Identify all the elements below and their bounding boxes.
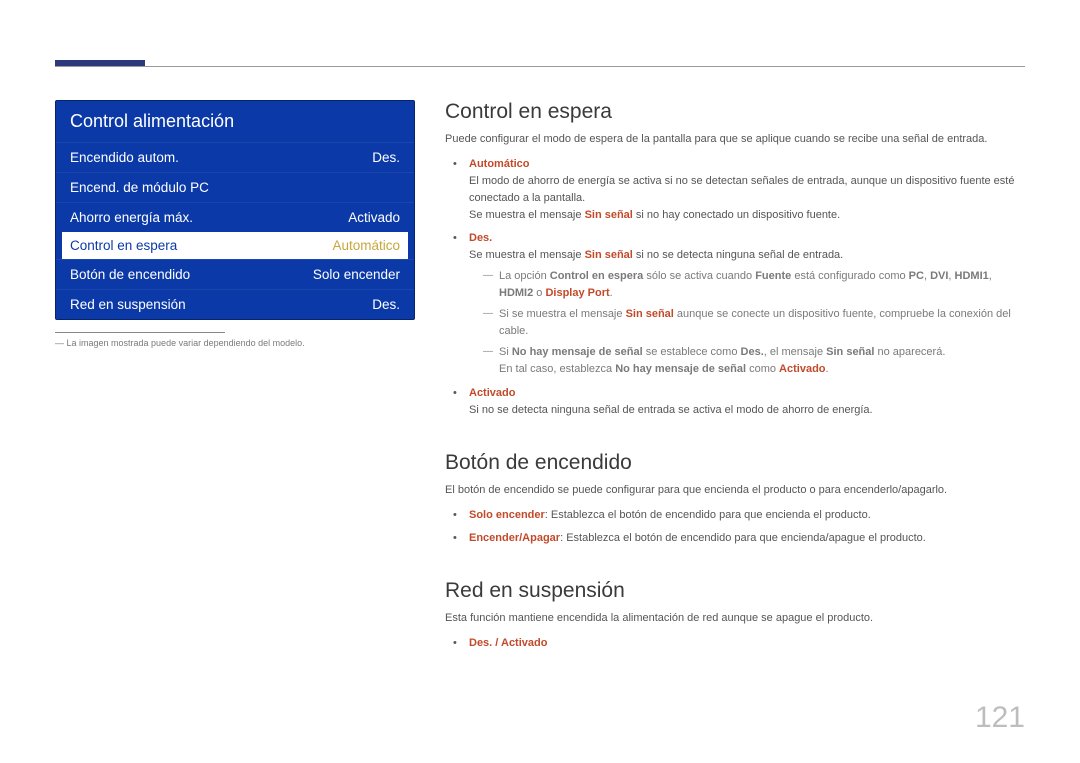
bold-text: HDMI1 [955, 270, 989, 282]
section-heading-boton-de-encendido: Botón de encendido [445, 451, 1025, 475]
menu-item-ahorro-energia-max[interactable]: Ahorro energía máx. Activado [56, 202, 414, 232]
menu-item-value: Solo encender [313, 267, 400, 282]
text: si no hay conectado un dispositivo fuent… [633, 209, 840, 221]
accent-label: Encender/Apagar [469, 532, 560, 544]
bold-text: PC [909, 270, 924, 282]
menu-item-encend-modulo-pc[interactable]: Encend. de módulo PC [56, 172, 414, 202]
menu-item-label: Encendido autom. [70, 150, 179, 165]
text: o [533, 287, 545, 299]
bullet-item: Des. / Activado [459, 635, 1025, 652]
bullet-list: Des. / Activado [445, 635, 1025, 652]
text: sólo se activa cuando [643, 270, 755, 282]
bold-text: No hay mensaje de señal [512, 346, 643, 358]
footnote-text: ― La imagen mostrada puede variar depend… [55, 338, 415, 348]
header-rule [55, 66, 1025, 67]
text: Si se muestra el mensaje [499, 308, 626, 320]
text: : Establezca el botón de encendido para … [545, 509, 871, 521]
dash-list: La opción Control en espera sólo se acti… [469, 268, 1025, 378]
accent-label: Solo encender [469, 509, 545, 521]
text: , el mensaje [764, 346, 826, 358]
menu-panel-title: Control alimentación [56, 101, 414, 142]
menu-item-value: Des. [372, 150, 400, 165]
bullet-activado: Activado Si no se detecta ninguna señal … [459, 385, 1025, 419]
menu-item-encendido-autom[interactable]: Encendido autom. Des. [56, 142, 414, 172]
menu-item-label: Botón de encendido [70, 267, 190, 282]
bold-text: Activado [779, 363, 825, 375]
accent-label: Des. / Activado [469, 637, 547, 649]
text: En tal caso, establezca [499, 363, 615, 375]
bold-text: HDMI2 [499, 287, 533, 299]
text: no aparecerá. [874, 346, 945, 358]
text: Se muestra el mensaje [469, 209, 585, 221]
menu-item-label: Encend. de módulo PC [70, 180, 209, 195]
bold-text: Control en espera [550, 270, 644, 282]
accent-label: Activado [469, 387, 515, 399]
text: El modo de ahorro de energía se activa s… [469, 175, 1014, 204]
text: Si [499, 346, 512, 358]
bold-text: Sin señal [585, 249, 633, 261]
dash-item: Si No hay mensaje de señal se establece … [487, 344, 1025, 378]
text: . [610, 287, 613, 299]
section-intro: El botón de encendido se puede configura… [445, 483, 1025, 499]
left-column: Control alimentación Encendido autom. De… [55, 100, 415, 670]
right-column: Control en espera Puede configurar el mo… [445, 100, 1025, 670]
text: Se muestra el mensaje [469, 249, 585, 261]
menu-item-value: Des. [372, 297, 400, 312]
bullet-list: Automático El modo de ahorro de energía … [445, 156, 1025, 419]
text: como [746, 363, 779, 375]
bold-text: Display Port [545, 287, 609, 299]
menu-item-value: Automático [332, 238, 400, 253]
menu-item-label: Red en suspensión [70, 297, 186, 312]
bullet-list: Solo encender: Establezca el botón de en… [445, 507, 1025, 547]
bold-text: DVI [930, 270, 948, 282]
text: La opción [499, 270, 550, 282]
bold-text: Sin señal [626, 308, 674, 320]
section-intro: Esta función mantiene encendida la alime… [445, 611, 1025, 627]
text: si no se detecta ninguna señal de entrad… [633, 249, 843, 261]
section-heading-control-en-espera: Control en espera [445, 100, 1025, 124]
menu-item-red-en-suspension[interactable]: Red en suspensión Des. [56, 289, 414, 319]
page-content: Control alimentación Encendido autom. De… [55, 100, 1025, 670]
footnote-rule [55, 332, 225, 333]
section-heading-red-en-suspension: Red en suspensión [445, 579, 1025, 603]
menu-panel: Control alimentación Encendido autom. De… [55, 100, 415, 320]
text: : Establezca el botón de encendido para … [560, 532, 926, 544]
menu-item-value: Activado [348, 210, 400, 225]
menu-item-label: Ahorro energía máx. [70, 210, 193, 225]
dash-item: La opción Control en espera sólo se acti… [487, 268, 1025, 302]
text: , [989, 270, 992, 282]
bold-text: Des. [741, 346, 764, 358]
bold-text: No hay mensaje de señal [615, 363, 746, 375]
bullet-item: Encender/Apagar: Establezca el botón de … [459, 530, 1025, 547]
bold-text: Fuente [755, 270, 791, 282]
text: está configurado como [791, 270, 908, 282]
bullet-automatico: Automático El modo de ahorro de energía … [459, 156, 1025, 224]
section-intro: Puede configurar el modo de espera de la… [445, 132, 1025, 148]
menu-item-control-en-espera[interactable]: Control en espera Automático [62, 232, 408, 259]
accent-label: Automático [469, 158, 530, 170]
accent-label: Des. [469, 232, 492, 244]
page-number: 121 [975, 701, 1025, 735]
text: Si no se detecta ninguna señal de entrad… [469, 404, 873, 416]
text: se establece como [643, 346, 741, 358]
dash-item: Si se muestra el mensaje Sin señal aunqu… [487, 306, 1025, 340]
bold-text: Sin señal [585, 209, 633, 221]
menu-item-boton-de-encendido[interactable]: Botón de encendido Solo encender [56, 259, 414, 289]
menu-item-label: Control en espera [70, 238, 177, 253]
bold-text: Sin señal [826, 346, 874, 358]
bullet-item: Solo encender: Establezca el botón de en… [459, 507, 1025, 524]
text: . [826, 363, 829, 375]
bullet-des: Des. Se muestra el mensaje Sin señal si … [459, 230, 1025, 378]
